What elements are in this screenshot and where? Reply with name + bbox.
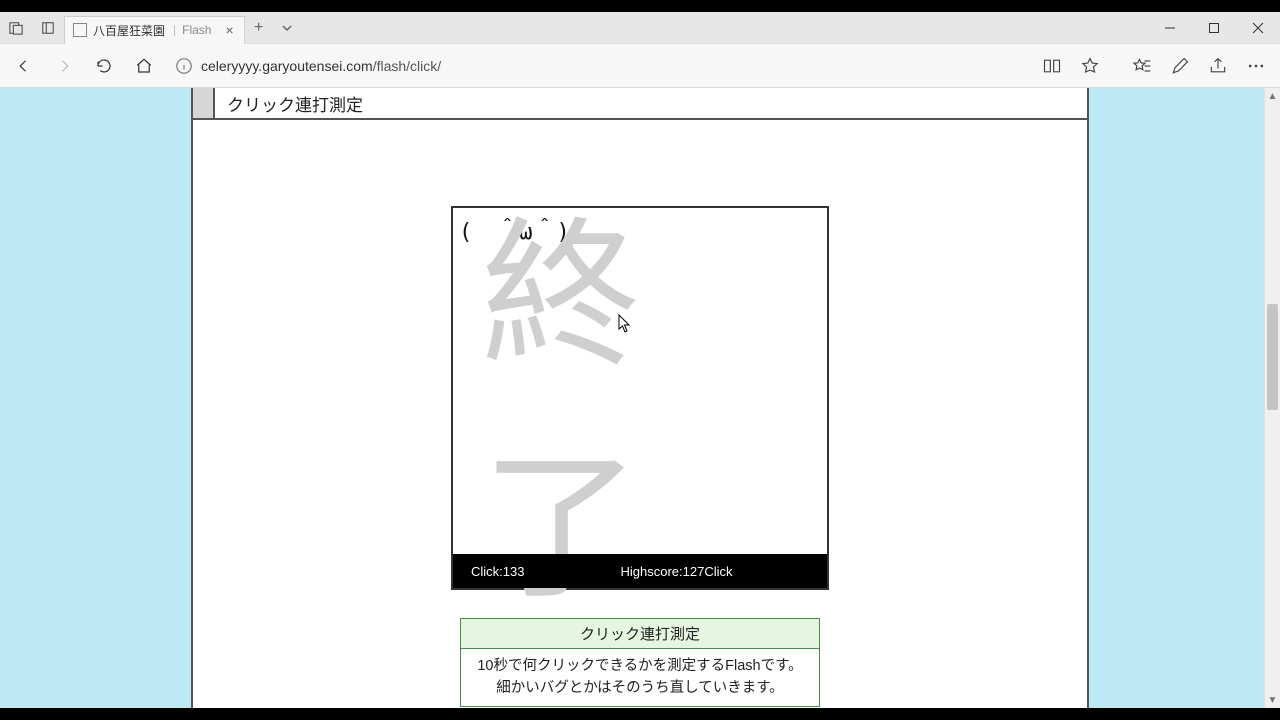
share-icon[interactable] bbox=[1200, 48, 1236, 84]
browser-toolbar: celeryyyy.garyoutensei.com/flash/click/ bbox=[0, 44, 1280, 88]
tab-title-sub: Flash bbox=[182, 23, 211, 37]
tab-overflow-icon[interactable] bbox=[273, 22, 301, 34]
click-counter: Click:133 bbox=[471, 564, 524, 579]
window-controls bbox=[1148, 12, 1280, 44]
description-box: クリック連打測定 10秒で何クリックできるかを測定するFlashです。 細かいバ… bbox=[460, 618, 820, 707]
new-tab-button[interactable]: + bbox=[245, 19, 273, 37]
nav-back-button[interactable] bbox=[6, 48, 42, 84]
section-title: クリック連打測定 bbox=[215, 91, 363, 116]
page-favicon-icon bbox=[73, 23, 87, 37]
show-set-aside-tabs-icon[interactable] bbox=[32, 12, 64, 44]
page-viewport: クリック連打測定 ( ＾ω＾) 終了 Click:133 Highscore:1… bbox=[0, 88, 1280, 708]
favorites-list-icon[interactable] bbox=[1124, 48, 1160, 84]
flash-game-area[interactable]: ( ＾ω＾) 終了 Click:133 Highscore:127Click bbox=[451, 206, 829, 590]
reading-view-icon[interactable] bbox=[1034, 48, 1070, 84]
scroll-track[interactable] bbox=[1265, 104, 1280, 692]
description-title: クリック連打測定 bbox=[461, 619, 819, 649]
browser-tab-strip: 八百屋狂菜園 | Flash × + bbox=[0, 12, 1280, 44]
set-aside-tabs-icon[interactable] bbox=[0, 12, 32, 44]
web-notes-icon[interactable] bbox=[1162, 48, 1198, 84]
section-header: クリック連打測定 bbox=[193, 88, 1087, 120]
browser-tab-active[interactable]: 八百屋狂菜園 | Flash × bbox=[64, 16, 245, 44]
window-minimize-button[interactable] bbox=[1148, 12, 1192, 44]
tab-title-main: 八百屋狂菜園 bbox=[93, 22, 165, 39]
content-column: クリック連打測定 ( ＾ω＾) 終了 Click:133 Highscore:1… bbox=[191, 88, 1089, 708]
nav-home-button[interactable] bbox=[126, 48, 162, 84]
more-menu-icon[interactable] bbox=[1238, 48, 1274, 84]
scroll-up-icon[interactable]: ▲ bbox=[1265, 88, 1280, 104]
tab-close-icon[interactable]: × bbox=[217, 22, 233, 38]
flash-status-bar: Click:133 Highscore:127Click bbox=[453, 554, 827, 588]
window-maximize-button[interactable] bbox=[1192, 12, 1236, 44]
site-info-icon[interactable] bbox=[175, 57, 193, 75]
nav-refresh-button[interactable] bbox=[86, 48, 122, 84]
scroll-down-icon[interactable]: ▼ bbox=[1265, 692, 1280, 708]
scroll-thumb[interactable] bbox=[1267, 304, 1278, 410]
url-bar[interactable]: celeryyyy.garyoutensei.com/flash/click/ bbox=[166, 50, 1030, 82]
favorite-star-icon[interactable] bbox=[1072, 48, 1108, 84]
description-body: 10秒で何クリックできるかを測定するFlashです。 細かいバグとかはそのうち直… bbox=[461, 649, 819, 706]
nav-forward-button[interactable] bbox=[46, 48, 82, 84]
vertical-scrollbar[interactable]: ▲ ▼ bbox=[1264, 88, 1280, 708]
highscore-counter: Highscore:127Click bbox=[620, 564, 732, 579]
flash-end-text: 終了 bbox=[453, 208, 827, 588]
window-close-button[interactable] bbox=[1236, 12, 1280, 44]
url-text: celeryyyy.garyoutensei.com/flash/click/ bbox=[201, 58, 441, 74]
